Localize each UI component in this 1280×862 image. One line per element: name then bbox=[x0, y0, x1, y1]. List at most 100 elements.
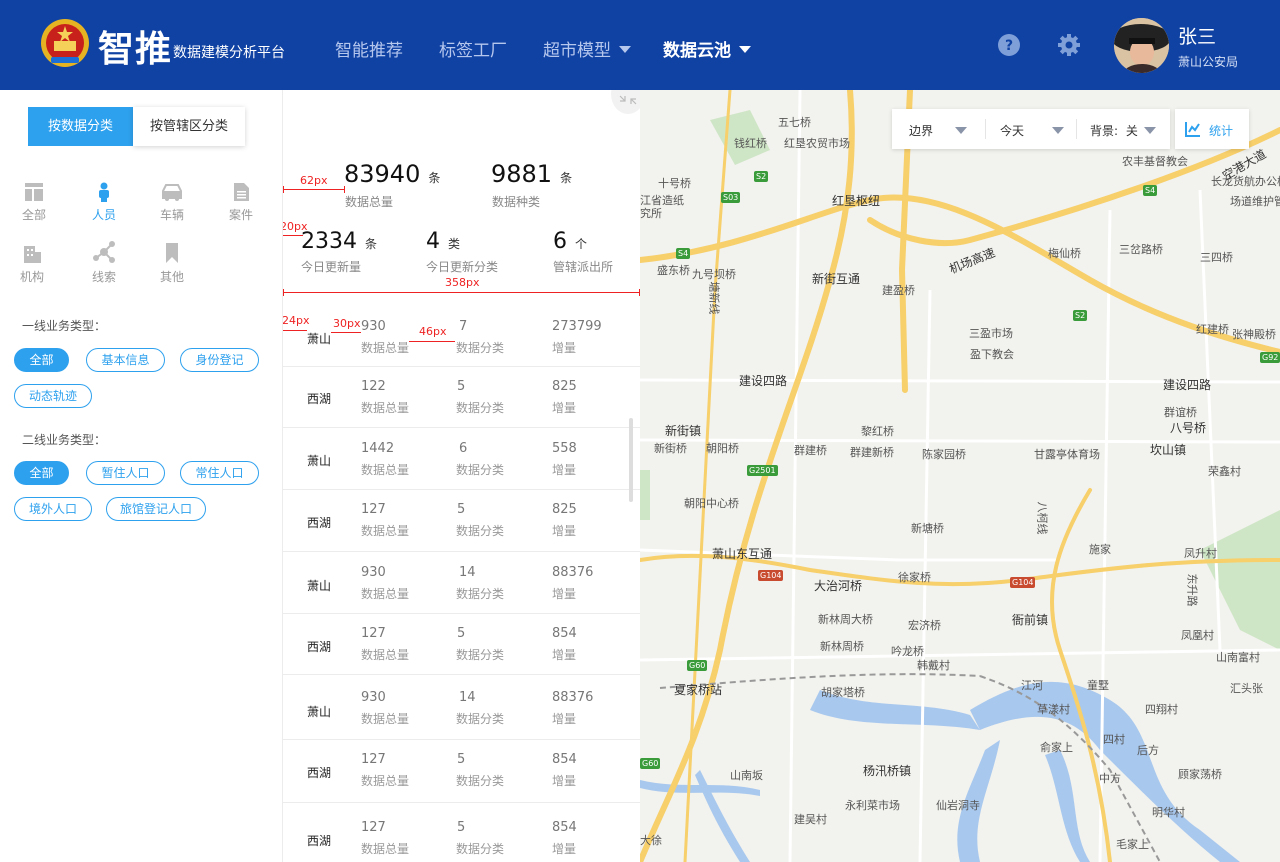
category-all[interactable]: 全部 bbox=[8, 182, 60, 223]
category-case[interactable]: 案件 bbox=[215, 182, 267, 223]
map-label: 山南坂 bbox=[730, 769, 763, 782]
map-label: 甘露亭体育场 bbox=[1034, 448, 1100, 461]
map-label: 梅仙桥 bbox=[1048, 247, 1081, 260]
table-row[interactable]: 西湖 127 数据总量 5 数据分类 825 增量 bbox=[283, 490, 640, 552]
map-label: 萧山东互通 bbox=[712, 547, 773, 561]
row-total-label: 数据总量 bbox=[361, 648, 410, 662]
map-label: 九号坝桥 bbox=[692, 268, 736, 281]
row-increment: 825 bbox=[552, 379, 577, 394]
row-area: 西湖 bbox=[307, 834, 332, 848]
table-row[interactable]: 西湖 127 数据总量 5 数据分类 854 增量 bbox=[283, 803, 640, 862]
background-select[interactable]: 背景: 关 bbox=[1090, 122, 1156, 139]
boundary-select[interactable]: 边界 bbox=[909, 122, 968, 139]
map-label: 毛家上 bbox=[1116, 838, 1149, 851]
nav-data-cloud-pool[interactable]: 数据云池 bbox=[663, 36, 751, 61]
row-category-label: 数据分类 bbox=[456, 648, 505, 662]
nav-supermarket-model[interactable]: 超市模型 bbox=[543, 36, 631, 61]
scrollbar[interactable] bbox=[629, 418, 633, 502]
map-label: 宏济桥 bbox=[908, 619, 941, 632]
avatar[interactable] bbox=[1114, 18, 1169, 73]
row-category-label: 数据分类 bbox=[456, 587, 505, 601]
nav-smart-recommend[interactable]: 智能推荐 bbox=[335, 36, 403, 61]
toolbar-divider bbox=[1076, 119, 1077, 139]
map-label: 大治河桥 bbox=[814, 579, 863, 593]
car-icon bbox=[162, 184, 182, 201]
row-total: 127 bbox=[361, 752, 386, 767]
map-label: 塘新线 bbox=[707, 281, 721, 315]
road-shield: G60 bbox=[687, 660, 708, 671]
category-org[interactable]: 机构 bbox=[6, 244, 58, 285]
map-label: 新塘桥 bbox=[911, 522, 944, 535]
table-row[interactable]: 萧山 930 数据总量 14 数据分类 88376 增量 bbox=[283, 675, 640, 740]
spacing-tick bbox=[344, 186, 345, 193]
table-row[interactable]: 西湖 127 数据总量 5 数据分类 854 增量 bbox=[283, 740, 640, 803]
brand-subtitle: 数据建模分析平台 bbox=[173, 45, 285, 61]
category-clue[interactable]: 线索 bbox=[78, 240, 130, 285]
map-label: 建设四路 bbox=[1163, 378, 1212, 392]
map-label: 汇头张 bbox=[1230, 682, 1263, 695]
row-total: 122 bbox=[361, 379, 386, 394]
row-total-label: 数据总量 bbox=[361, 712, 410, 726]
table-row[interactable]: 萧山 1442 数据总量 6 数据分类 558 增量 bbox=[283, 428, 640, 490]
tag-identity-register[interactable]: 身份登记 bbox=[180, 348, 259, 372]
summary-today: 2334 条 bbox=[301, 229, 378, 254]
row-category: 14 bbox=[459, 565, 476, 580]
nav-tag-factory[interactable]: 标签工厂 bbox=[439, 36, 507, 61]
map-label: 究所 bbox=[640, 207, 662, 220]
row-increment-label: 增量 bbox=[552, 648, 577, 662]
time-range-select[interactable]: 今天 bbox=[1000, 122, 1065, 139]
tag-basic-info[interactable]: 基本信息 bbox=[86, 348, 165, 372]
map-label: 朝阳中心桥 bbox=[684, 497, 739, 510]
gear-icon[interactable] bbox=[1058, 34, 1080, 56]
map-label: 杨汛桥镇 bbox=[863, 764, 912, 778]
map-label: 大徐 bbox=[640, 834, 662, 847]
map-label: 建设四路 bbox=[739, 374, 788, 388]
tag-secondary-all[interactable]: 全部 bbox=[14, 461, 69, 485]
tab-by-data[interactable]: 按数据分类 bbox=[28, 107, 133, 146]
table-row[interactable]: 西湖 127 数据总量 5 数据分类 854 增量 bbox=[283, 614, 640, 675]
map-label: 红垦农贸市场 bbox=[784, 137, 850, 150]
row-total-label: 数据总量 bbox=[361, 341, 410, 355]
tag-permanent-residents[interactable]: 常住人口 bbox=[180, 461, 259, 485]
row-category-label: 数据分类 bbox=[456, 463, 505, 477]
map-label: 凤升村 bbox=[1184, 547, 1217, 560]
map-label: 新街桥 bbox=[654, 442, 687, 455]
summary-stations: 6个 bbox=[553, 229, 588, 254]
category-vehicle[interactable]: 车辆 bbox=[146, 182, 198, 223]
map-label: 盈下教会 bbox=[970, 348, 1014, 361]
row-increment: 854 bbox=[552, 752, 577, 767]
summary-today-category-label: 今日更新分类 bbox=[426, 260, 499, 274]
row-total: 930 bbox=[361, 565, 386, 580]
summary-stations-label: 管辖派出所 bbox=[553, 260, 614, 274]
map-label: 韩戴村 bbox=[917, 659, 950, 672]
map-label: 三岔路桥 bbox=[1119, 243, 1163, 256]
map-view[interactable]: 五七桥 钱红桥 红垦农贸市场 农丰基督教会 长龙货航办公楼 场道维护管 十号桥 … bbox=[640, 90, 1280, 862]
tab-by-jurisdiction[interactable]: 按管辖区分类 bbox=[133, 107, 245, 146]
category-person[interactable]: 人员 bbox=[78, 182, 130, 223]
table-row[interactable]: 萧山 930 数据总量 14 数据分类 88376 增量 bbox=[283, 552, 640, 614]
row-total-label: 数据总量 bbox=[361, 774, 410, 788]
row-increment-label: 增量 bbox=[552, 774, 577, 788]
table-row[interactable]: 西湖 122 数据总量 5 数据分类 825 增量 bbox=[283, 367, 640, 428]
tag-primary-all[interactable]: 全部 bbox=[14, 348, 69, 372]
map-label: 新林周桥 bbox=[820, 640, 864, 653]
map-label: 四村 bbox=[1103, 733, 1125, 746]
table-row[interactable]: 萧山 930 数据总量 7 数据分类 273799 增量 bbox=[283, 306, 640, 367]
row-category-label: 数据分类 bbox=[456, 712, 505, 726]
row-total: 930 bbox=[361, 690, 386, 705]
row-increment: 854 bbox=[552, 820, 577, 835]
category-other[interactable]: 其他 bbox=[146, 242, 198, 285]
tag-foreign-residents[interactable]: 境外人口 bbox=[14, 497, 92, 521]
chevron-down-icon bbox=[1052, 127, 1065, 134]
row-increment: 88376 bbox=[552, 690, 594, 705]
summary-kinds-label: 数据种类 bbox=[492, 195, 541, 209]
tag-hotel-register[interactable]: 旅馆登记人口 bbox=[106, 497, 206, 521]
help-icon[interactable]: ? bbox=[998, 34, 1020, 56]
row-category-label: 数据分类 bbox=[456, 774, 505, 788]
map-label: 草漾村 bbox=[1037, 703, 1070, 716]
statistics-button[interactable]: 统计 bbox=[1175, 109, 1249, 149]
tag-temporary-residents[interactable]: 暂住人口 bbox=[86, 461, 165, 485]
collapse-button[interactable] bbox=[611, 90, 640, 114]
section-title-primary: 一线业务类型： bbox=[22, 319, 107, 333]
tag-dynamic-track[interactable]: 动态轨迹 bbox=[14, 384, 92, 408]
